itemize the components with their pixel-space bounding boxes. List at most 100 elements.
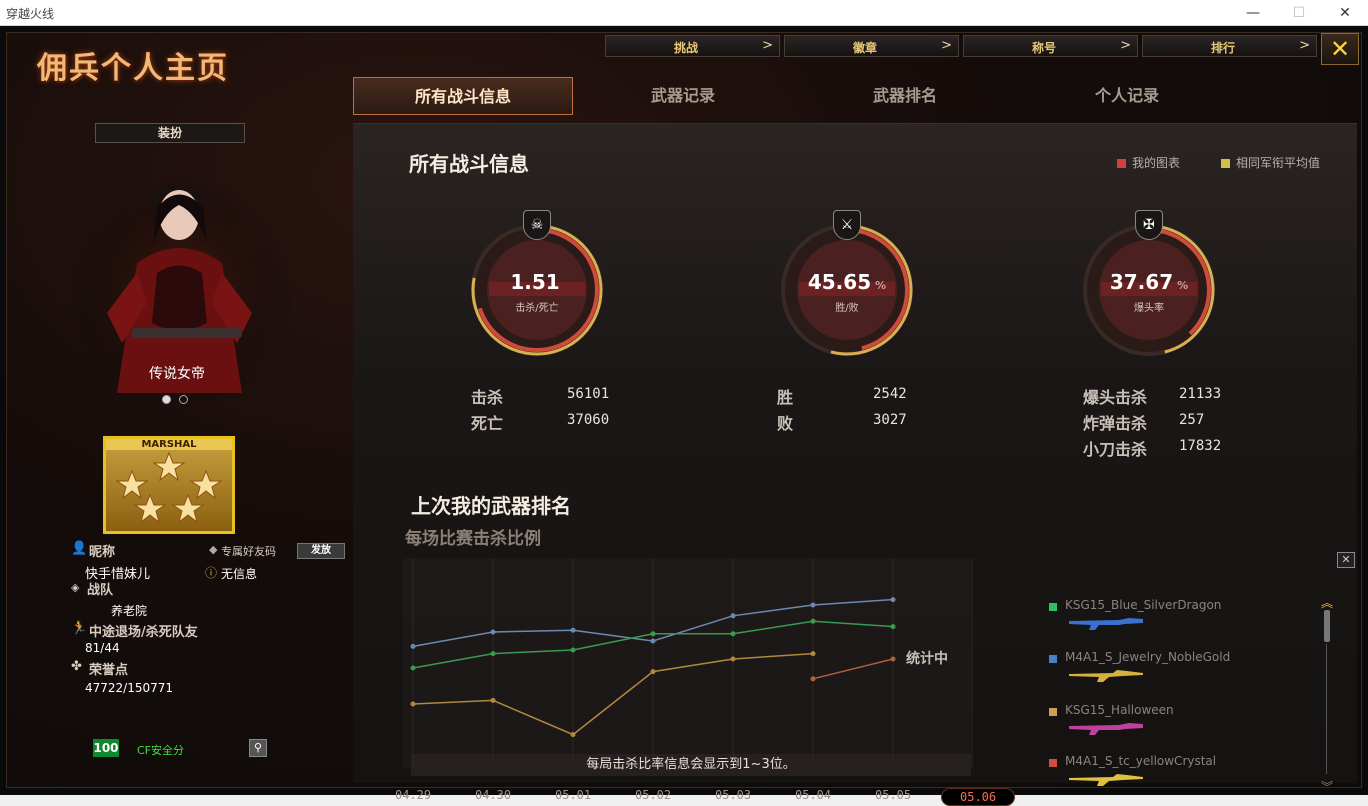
carousel-dot[interactable] (179, 395, 188, 404)
x-tick-label: 05.03 (715, 788, 752, 802)
ring-caption: 爆头率 (1134, 303, 1164, 314)
person-icon: 👤 (71, 541, 88, 556)
weapon-name: KSG15_Halloween (1065, 703, 1174, 717)
carousel-dots (162, 389, 196, 408)
chevron-right-icon: > (1120, 38, 1131, 53)
wins-label: 胜 (777, 388, 794, 407)
weapon-item[interactable]: KSG15_Blue_SilverDragon (1049, 598, 1309, 646)
crossed-guns-icon: ⚔ (833, 210, 861, 240)
nav-title[interactable]: 称号 > (963, 35, 1138, 57)
nav-challenge[interactable]: 挑战 > (605, 35, 780, 57)
ring-number: 1.51 (510, 270, 560, 294)
window-title: 穿越火线 (6, 7, 55, 21)
legend-average: 相同军衔平均值 (1221, 154, 1320, 171)
ring-number: 45.65 (807, 270, 872, 294)
window-titlebar: 穿越火线 — ☐ ✕ (0, 0, 1368, 26)
x-tick-label[interactable]: 05.06 (941, 788, 1016, 806)
series-point (650, 638, 656, 644)
chevron-right-icon: > (941, 38, 952, 53)
close-icon[interactable]: ✕ (1321, 33, 1359, 65)
shotgun-icon (1069, 618, 1143, 630)
series-point (490, 629, 496, 635)
close-icon[interactable]: ✕ (1337, 552, 1355, 568)
series-point (730, 631, 736, 637)
losses-label: 败 (777, 414, 794, 433)
headshot-kills-value: 21133 (1179, 386, 1222, 402)
weapon-color (1049, 708, 1057, 716)
deaths-label: 死亡 (471, 414, 504, 433)
series-point (810, 602, 816, 608)
honor-value: 47722/150771 (85, 681, 174, 695)
nav-label: 排行 (1210, 41, 1235, 55)
ring-value: 1.51 (469, 270, 605, 294)
window-close-button[interactable]: ✕ (1322, 0, 1368, 26)
send-button[interactable]: 发放 (297, 543, 345, 559)
knife-kills-label: 小刀击杀 (1083, 440, 1148, 459)
tab-weapon-records[interactable]: 武器记录 (573, 77, 793, 115)
losses-value: 3027 (873, 412, 907, 428)
series-point (490, 651, 496, 657)
weapon-list-scrollbar[interactable]: ︽ ︾ (1321, 594, 1333, 794)
main-panel: 所有战斗信息 我的图表 相同军衔平均值 ☠ 1.51 击杀/死亡 ⚔ 45.65… (353, 123, 1357, 806)
tab-all-battle-info[interactable]: 所有战斗信息 (353, 77, 573, 115)
legend-avg-label: 相同军衔平均值 (1236, 156, 1321, 170)
rank-badge: MARSHAL (103, 436, 235, 534)
maximize-button[interactable]: ☐ (1276, 0, 1322, 26)
safe-score-value: 100 (93, 739, 119, 757)
weapon-item[interactable]: KSG15_Halloween (1049, 703, 1309, 751)
section-title: 所有战斗信息 (409, 152, 529, 176)
weapon-color (1049, 603, 1057, 611)
kill-ratio-chart (403, 558, 973, 768)
ring-unit: % (875, 279, 887, 292)
team-label: 战队 (87, 583, 114, 598)
headshot-ring: ✠ 37.67% 爆头率 (1081, 210, 1217, 358)
x-tick-label: 05.02 (635, 788, 672, 802)
dress-up-button[interactable]: 装扮 (95, 123, 245, 143)
weapon-rank-title: 上次我的武器排名 (411, 494, 571, 518)
tag-icon: ◆ (209, 543, 218, 556)
friend-code-value: 无信息 (221, 567, 258, 581)
safe-score-bar: 100 CF安全分 ⚲ (93, 739, 273, 759)
five-stars-icon (115, 451, 223, 524)
series-point (410, 665, 416, 671)
series-point (570, 627, 576, 633)
rifle-icon (1069, 774, 1143, 786)
minimize-button[interactable]: — (1230, 0, 1276, 26)
nav-badge[interactable]: 徽章 > (784, 35, 959, 57)
carousel-dot[interactable] (162, 395, 171, 404)
scrollbar-thumb[interactable] (1324, 610, 1330, 642)
nav-label: 称号 (1031, 41, 1056, 55)
rank-text: MARSHAL (106, 439, 232, 450)
chevron-down-icon[interactable]: ︾ (1321, 778, 1333, 795)
weapon-item[interactable]: M4A1_S_Jewelry_NobleGold (1049, 650, 1309, 698)
character-name: 传说女帝 (149, 366, 205, 382)
series-point (890, 624, 896, 630)
game-frame: 佣兵个人主页 挑战 > 徽章 > 称号 > 排行 > ✕ 所有战斗信息 武器记录… (0, 26, 1368, 806)
honor-label: 荣誉点 (89, 663, 129, 678)
headshot-kills-label: 爆头击杀 (1083, 388, 1148, 407)
tab-personal-records[interactable]: 个人记录 (1017, 77, 1237, 115)
series-point (730, 613, 736, 619)
kills-label: 击杀 (471, 388, 504, 407)
win-ring: ⚔ 45.65% 胜/败 (779, 210, 915, 358)
chevron-right-icon: > (1299, 38, 1310, 53)
scrollbar-track (1326, 644, 1327, 774)
team-value: 养老院 (111, 604, 148, 618)
nav-ranking[interactable]: 排行 > (1142, 35, 1317, 57)
deaths-value: 37060 (567, 412, 610, 428)
team-icon: ◈ (71, 581, 80, 594)
x-tick-label: 04.30 (475, 788, 512, 802)
legend-swatch (1117, 159, 1126, 168)
bomb-kills-label: 炸弹击杀 (1083, 414, 1148, 433)
ring-number: 37.67 (1109, 270, 1174, 294)
series-point (890, 597, 896, 603)
search-icon[interactable]: ⚲ (249, 739, 267, 757)
chevron-up-icon[interactable]: ︽ (1321, 594, 1333, 611)
knife-kills-value: 17832 (1179, 438, 1222, 454)
tab-weapon-ranking[interactable]: 武器排名 (795, 77, 1015, 115)
chart-pending-label: 统计中 (906, 651, 948, 667)
x-tick-label: 05.05 (875, 788, 912, 802)
weapon-color (1049, 759, 1057, 767)
series-point (810, 618, 816, 624)
series-point (410, 643, 416, 649)
